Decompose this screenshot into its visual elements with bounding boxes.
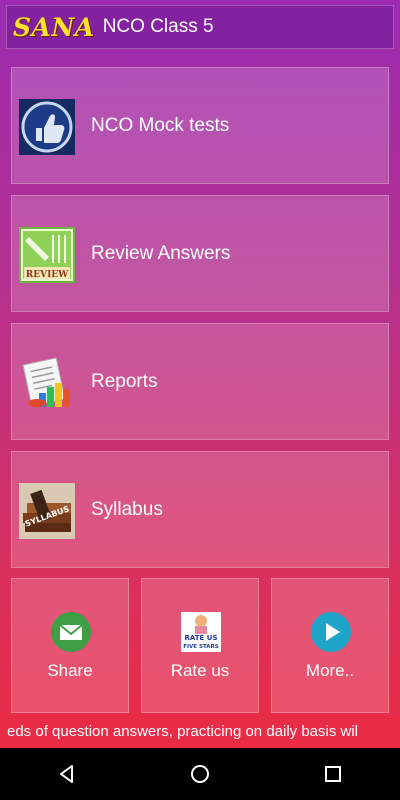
rate-us-badge-line1: RATE US xyxy=(185,634,218,642)
svg-text:REVIEW: REVIEW xyxy=(26,270,69,280)
mail-icon xyxy=(51,612,91,652)
syllabus-button[interactable]: SYLLABUS Syllabus xyxy=(11,451,389,568)
rate-us-badge-line2: FIVE STARS xyxy=(183,644,219,650)
app-logo: SANA xyxy=(13,12,95,42)
review-icon: REVIEW xyxy=(19,227,75,283)
ticker-text: eds of question answers, practicing on d… xyxy=(7,723,359,740)
more-button[interactable]: More.. xyxy=(271,578,389,713)
mock-tests-button[interactable]: NCO Mock tests xyxy=(11,67,389,184)
recents-icon xyxy=(325,766,342,782)
share-label: Share xyxy=(47,661,93,680)
rate-us-button[interactable]: RATE US FIVE STARS Rate us xyxy=(141,578,259,713)
reports-icon xyxy=(22,357,70,407)
ticker: eds of question answers, practicing on d… xyxy=(0,718,400,746)
thumbs-up-icon xyxy=(19,99,75,155)
mock-tests-label: NCO Mock tests xyxy=(91,114,230,136)
review-answers-button[interactable]: REVIEW Review Answers xyxy=(11,195,389,312)
syllabus-label: Syllabus xyxy=(91,498,163,520)
page-title: NCO Class 5 xyxy=(102,16,214,37)
back-button[interactable] xyxy=(12,748,122,800)
more-label: More.. xyxy=(305,661,355,680)
play-icon xyxy=(311,612,351,652)
rate-us-icon: RATE US FIVE STARS xyxy=(181,612,221,652)
rate-us-label: Rate us xyxy=(170,661,230,680)
reports-button[interactable]: Reports xyxy=(11,323,389,440)
review-answers-label: Review Answers xyxy=(91,242,231,264)
home-button[interactable] xyxy=(145,748,255,800)
back-icon xyxy=(59,765,73,783)
recents-button[interactable] xyxy=(278,748,388,800)
home-icon xyxy=(190,765,209,783)
system-nav-bar xyxy=(0,748,400,800)
app-header: SANA NCO Class 5 xyxy=(6,5,394,49)
syllabus-icon: SYLLABUS xyxy=(19,483,75,539)
reports-label: Reports xyxy=(91,370,158,392)
share-button[interactable]: Share xyxy=(11,578,129,713)
